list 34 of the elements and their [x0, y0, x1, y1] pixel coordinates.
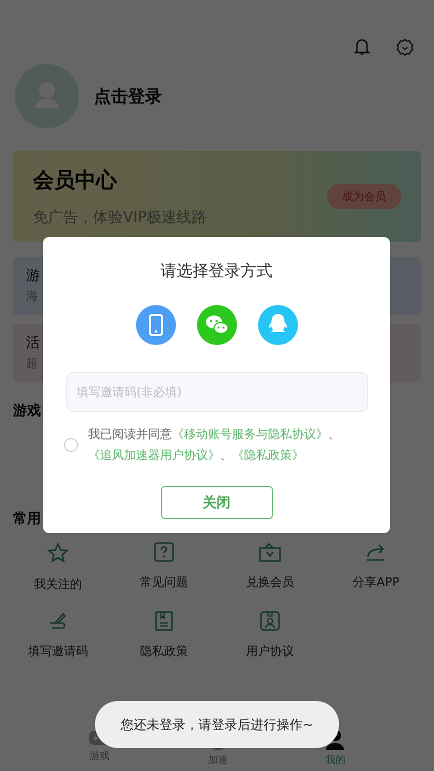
dialog-title: 请选择登录方式	[160, 261, 272, 282]
star-icon[interactable]	[47, 542, 69, 564]
help-icon[interactable]	[154, 542, 174, 562]
pen-icon[interactable]	[48, 611, 68, 631]
section-title: 游戏	[12, 402, 41, 420]
notification-bell-icon[interactable]	[354, 38, 370, 56]
tool-label: 我关注的	[34, 576, 82, 593]
invite-code-field[interactable]: 填写邀请码(非必填)	[66, 372, 368, 412]
tool-label: 隐私政策	[140, 643, 188, 660]
login-link[interactable]: 点击登录	[94, 84, 162, 108]
tool-label: 用户协议	[246, 643, 294, 660]
promo-title: 游	[26, 267, 40, 285]
share-icon[interactable]	[366, 542, 386, 562]
agreement-link[interactable]: 《隐私政策》	[232, 448, 304, 462]
agree-radio[interactable]	[64, 438, 78, 452]
login-toast: 您还未登录，请登录后进行操作~	[95, 701, 339, 748]
phone-login-icon[interactable]	[136, 305, 176, 345]
agreement-link[interactable]: 《追风加速器用户协议》	[88, 448, 220, 462]
tool-label: 兑换会员	[246, 574, 294, 591]
promo-title: 活	[26, 334, 40, 352]
book-icon[interactable]	[155, 611, 173, 631]
settings-icon[interactable]	[396, 38, 414, 56]
agreement-link[interactable]: 《移动账号服务与隐私协议》	[172, 427, 328, 441]
tool-label: 分享APP	[352, 574, 400, 591]
close-button[interactable]: 关闭	[160, 486, 272, 519]
penguin-login-icon[interactable]	[258, 305, 298, 345]
vip-title: 会员中心	[33, 167, 118, 194]
ticket-icon[interactable]	[259, 542, 281, 562]
section-title: 常用	[12, 510, 41, 528]
tool-label: 填写邀请码	[28, 643, 88, 660]
id-badge-icon[interactable]	[260, 611, 280, 631]
agreement-text: 我已阅读并同意《移动账号服务与隐私协议》、 《追风加速器用户协议》、《隐私政策》	[88, 426, 341, 464]
tool-label: 常见问题	[140, 574, 188, 591]
wechat-login-icon[interactable]	[196, 305, 236, 345]
